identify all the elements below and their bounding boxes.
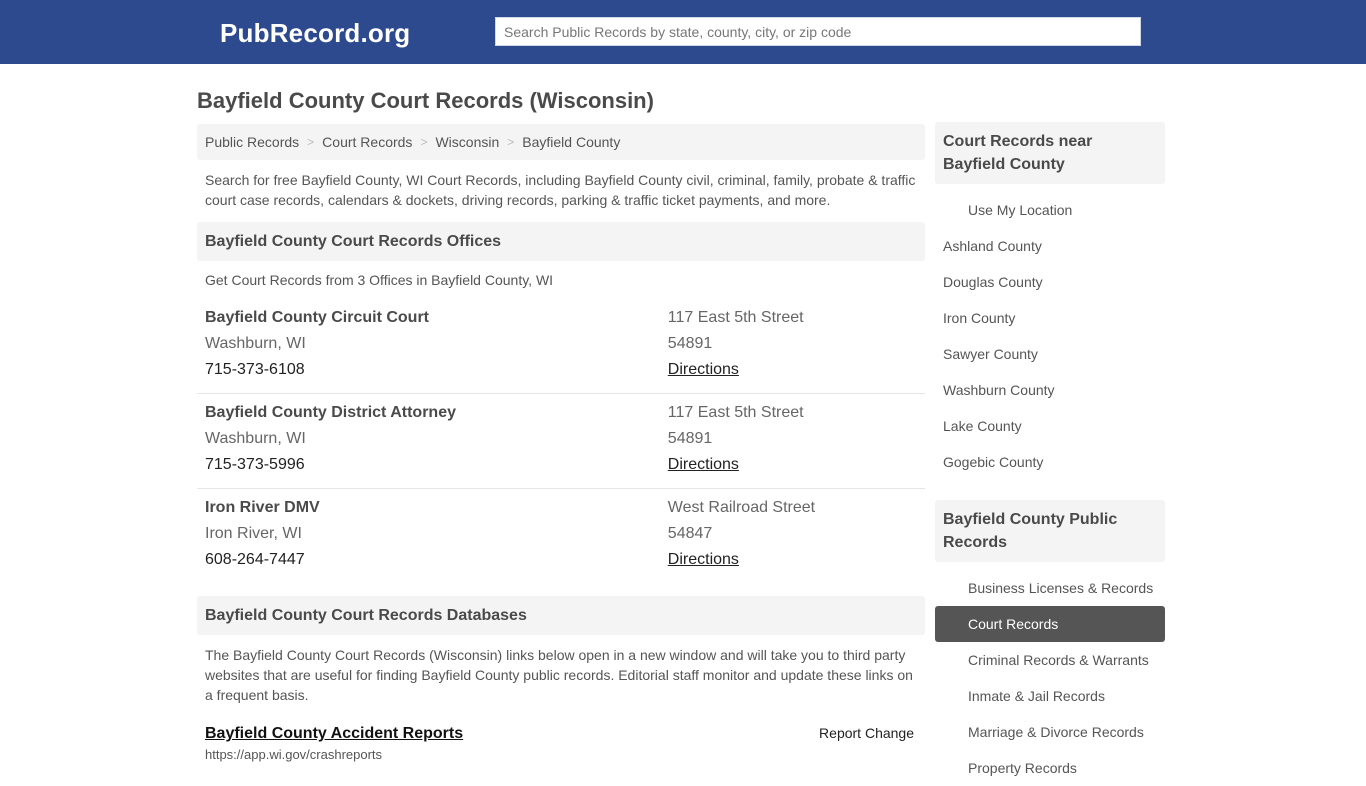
office-phone[interactable]: 715-373-5996 [205, 454, 668, 480]
office-name: Iron River DMV [205, 499, 320, 516]
breadcrumb-separator: > [420, 135, 428, 149]
office-item: Bayfield County District Attorney Washbu… [197, 394, 925, 489]
office-city: Washburn, WI [205, 335, 306, 352]
office-phone[interactable]: 608-264-7447 [205, 549, 668, 575]
county-link[interactable]: Iron County [943, 310, 1015, 326]
county-link[interactable]: Ashland County [943, 238, 1042, 254]
directions-link[interactable]: Directions [668, 456, 739, 473]
sidebar-item-county[interactable]: Ashland County [935, 228, 1165, 264]
county-link[interactable]: Gogebic County [943, 454, 1043, 470]
office-item: Bayfield County Circuit Court Washburn, … [197, 299, 925, 394]
sidebar-item-property-records[interactable]: Property Records [935, 750, 1165, 786]
sidebar: Court Records near Bayfield County Use M… [935, 122, 1165, 786]
office-phone[interactable]: 715-373-6108 [205, 359, 668, 385]
directions-link[interactable]: Directions [668, 551, 739, 568]
breadcrumb-court-records[interactable]: Court Records [322, 134, 412, 150]
near-counties-list: Use My Location Ashland County Douglas C… [935, 192, 1165, 480]
sidebar-item-county[interactable]: Lake County [935, 408, 1165, 444]
office-zip: 54891 [667, 335, 713, 352]
office-city: Iron River, WI [205, 525, 302, 542]
directions-link[interactable]: Directions [668, 361, 739, 378]
sidebar-item-criminal-records[interactable]: Criminal Records & Warrants [935, 642, 1165, 678]
office-address: 117 East 5th Street [667, 309, 804, 326]
use-my-location-link[interactable]: Use My Location [968, 202, 1072, 218]
sidebar-item-court-records[interactable]: Court Records [935, 606, 1165, 642]
office-item: Iron River DMV Iron River, WI 608-264-74… [197, 489, 925, 584]
office-zip: 54847 [667, 525, 713, 542]
public-records-link[interactable]: Property Records [968, 760, 1077, 776]
use-my-location[interactable]: Use My Location [935, 192, 1165, 228]
county-link[interactable]: Washburn County [943, 382, 1055, 398]
office-zip: 54891 [667, 430, 713, 447]
page-title: Bayfield County Court Records (Wisconsin… [197, 88, 654, 113]
breadcrumb-separator: > [307, 135, 315, 149]
office-name: Bayfield County District Attorney [205, 404, 456, 421]
public-records-link[interactable]: Business Licenses & Records [968, 580, 1153, 596]
public-records-link[interactable]: Court Records [968, 616, 1058, 632]
sidebar-item-county[interactable]: Iron County [935, 300, 1165, 336]
sidebar-item-county[interactable]: Douglas County [935, 264, 1165, 300]
public-records-link[interactable]: Inmate & Jail Records [968, 688, 1105, 704]
search-input[interactable] [495, 17, 1141, 46]
county-link[interactable]: Sawyer County [943, 346, 1038, 362]
breadcrumb-wisconsin[interactable]: Wisconsin [435, 134, 499, 150]
county-link[interactable]: Lake County [943, 418, 1022, 434]
main-content: Public Records > Court Records > Wiscons… [197, 124, 925, 762]
top-navbar: PubRecord.org [0, 0, 1366, 64]
sidebar-item-county[interactable]: Gogebic County [935, 444, 1165, 480]
public-records-heading: Bayfield County Public Records [935, 500, 1165, 562]
offices-heading: Bayfield County Court Records Offices [197, 222, 925, 261]
breadcrumb-public-records[interactable]: Public Records [205, 134, 299, 150]
sidebar-item-business-licenses[interactable]: Business Licenses & Records [935, 570, 1165, 606]
office-name: Bayfield County Circuit Court [205, 309, 430, 326]
database-link[interactable]: Bayfield County Accident Reports [205, 725, 463, 743]
sidebar-item-county[interactable]: Sawyer County [935, 336, 1165, 372]
sidebar-item-county[interactable]: Washburn County [935, 372, 1165, 408]
database-url: https://app.wi.gov/crashreports [205, 747, 383, 762]
public-records-link[interactable]: Marriage & Divorce Records [968, 724, 1144, 740]
databases-heading: Bayfield County Court Records Databases [197, 596, 925, 635]
databases-intro: The Bayfield County Court Records (Wisco… [205, 647, 913, 703]
database-item: Bayfield County Accident Reports Report … [197, 725, 925, 743]
report-change-link[interactable]: Report Change [819, 725, 914, 741]
breadcrumb-separator: > [507, 135, 515, 149]
sidebar-item-inmate-records[interactable]: Inmate & Jail Records [935, 678, 1165, 714]
breadcrumb: Public Records > Court Records > Wiscons… [197, 124, 925, 160]
public-records-link[interactable]: Criminal Records & Warrants [968, 652, 1149, 668]
intro-text: Search for free Bayfield County, WI Cour… [205, 172, 916, 208]
site-logo[interactable]: PubRecord.org [220, 18, 410, 49]
office-address: 117 East 5th Street [667, 404, 804, 421]
near-heading: Court Records near Bayfield County [935, 122, 1165, 184]
breadcrumb-bayfield-county[interactable]: Bayfield County [522, 134, 620, 150]
public-records-list: Business Licenses & Records Court Record… [935, 570, 1165, 786]
county-link[interactable]: Douglas County [943, 274, 1043, 290]
sidebar-item-marriage-records[interactable]: Marriage & Divorce Records [935, 714, 1165, 750]
office-address: West Railroad Street [667, 499, 816, 516]
office-city: Washburn, WI [205, 430, 306, 447]
offices-subtitle: Get Court Records from 3 Offices in Bayf… [205, 272, 554, 288]
